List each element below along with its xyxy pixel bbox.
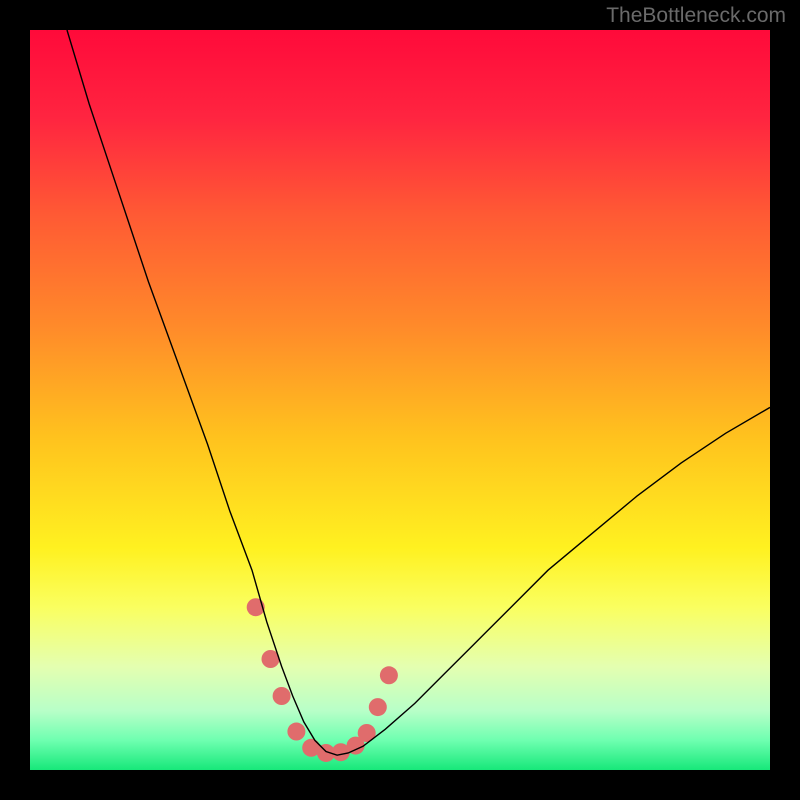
- plot-area: [30, 30, 770, 770]
- highlight-marker: [273, 687, 291, 705]
- highlight-marker: [380, 666, 398, 684]
- highlight-marker: [369, 698, 387, 716]
- gradient-background: [30, 30, 770, 770]
- chart-svg: [30, 30, 770, 770]
- highlight-marker: [287, 723, 305, 741]
- watermark-text: TheBottleneck.com: [606, 4, 786, 28]
